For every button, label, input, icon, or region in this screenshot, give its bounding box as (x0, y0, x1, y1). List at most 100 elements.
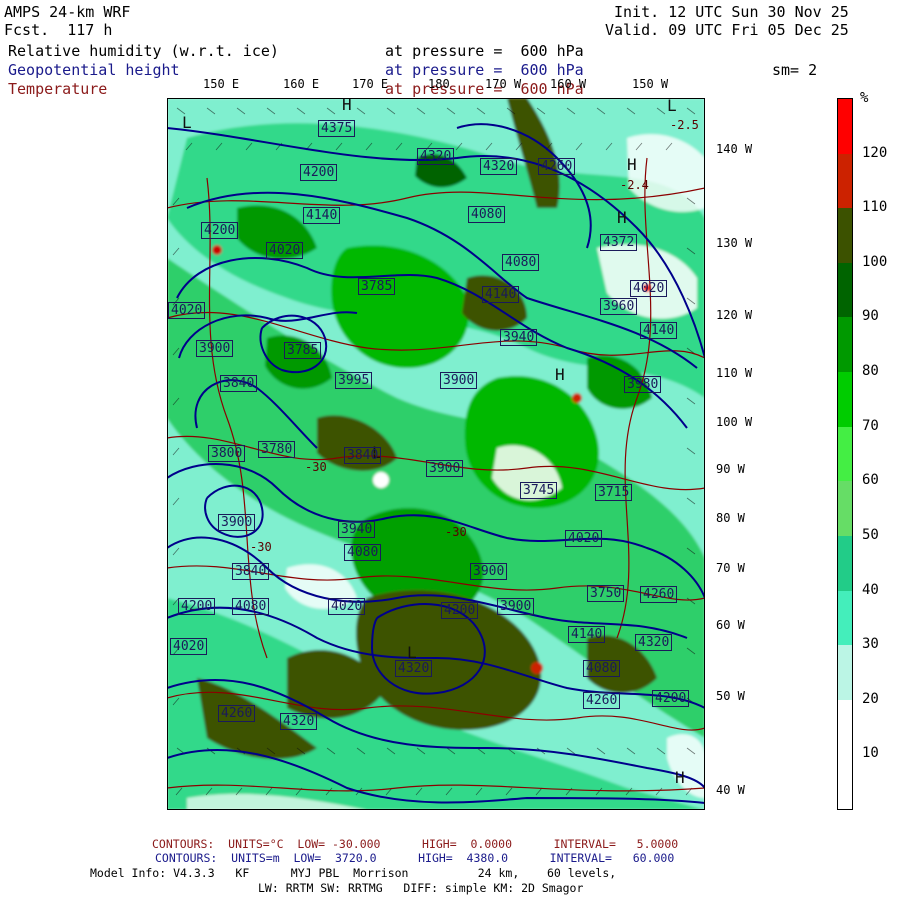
colorbar-label: 50 (862, 526, 879, 543)
lon-label-top: 150 W (632, 77, 669, 91)
height-contour-label: 3900 (470, 563, 508, 580)
lon-label-top: 160 E (283, 77, 320, 91)
height-contour-label: 4200 (201, 222, 239, 239)
temperature-contour-label: -2.4 (620, 178, 649, 192)
colorbar-segment (838, 535, 852, 591)
lon-label-right: 120 W (716, 308, 753, 322)
colorbar-label: 80 (862, 363, 879, 380)
height-contour-label: 4020 (565, 530, 603, 547)
footer-temperature-contours: CONTOURS: UNITS=°C LOW= -30.000 HIGH= 0.… (152, 837, 679, 851)
height-contour-label: 4320 (280, 713, 318, 730)
colorbar-label: 20 (862, 690, 879, 707)
colorbar-label: 40 (862, 581, 879, 598)
colorbar-label: 100 (862, 253, 888, 270)
lon-label-right: 70 W (716, 561, 745, 575)
height-contour-label: 4260 (583, 692, 621, 709)
height-contour-label: 3900 (497, 598, 535, 615)
lon-label-right: 140 W (716, 142, 753, 156)
colorbar-segment (838, 754, 852, 809)
lon-label-right: 90 W (716, 462, 745, 476)
colorbar-label: 90 (862, 308, 879, 325)
height-contour-label: 4200 (300, 164, 338, 181)
height-contour-label: 4140 (303, 207, 341, 224)
svg-text:H: H (342, 98, 352, 114)
lon-label-right: 80 W (716, 511, 745, 525)
height-contour-label: 3715 (595, 484, 633, 501)
lon-label-right: 40 W (716, 783, 745, 797)
svg-text:H: H (627, 155, 637, 174)
lon-label-right: 130 W (716, 236, 753, 250)
height-contour-label: 4140 (482, 286, 520, 303)
lon-label-top: 160 W (550, 77, 587, 91)
height-contour-label: 3940 (500, 329, 538, 346)
height-contour-label: 4372 (600, 234, 638, 251)
height-contour-label: 4080 (502, 254, 540, 271)
colorbar-label: 110 (862, 199, 888, 216)
height-contour-label: 3980 (624, 376, 662, 393)
temperature-contour-label: -30 (250, 540, 272, 554)
height-contour-label: 3940 (338, 521, 376, 538)
height-contour-label: 4320 (395, 660, 433, 677)
field-temperature: Temperature (8, 80, 108, 98)
height-contour-label: 4080 (468, 206, 506, 223)
height-contour-label: 4320 (635, 634, 673, 651)
height-contour-label: 3900 (426, 460, 464, 477)
colorbar-segment (838, 99, 852, 154)
height-contour-label: 3900 (218, 514, 256, 531)
colorbar-segment (838, 426, 852, 482)
temperature-contour-label: -30 (305, 460, 327, 474)
colorbar-segment (838, 590, 852, 646)
footer-physics: LW: RRTM SW: RRTMG DIFF: simple KM: 2D S… (258, 881, 584, 895)
colorbar-unit: % (860, 90, 869, 106)
height-contour-label: 4260 (538, 158, 576, 175)
height-contour-label: 4320 (480, 158, 518, 175)
footer-model-info: Model Info: V4.3.3 KF MYJ PBL Morrison 2… (90, 866, 617, 880)
forecast-hour: Fcst. 117 h (4, 21, 113, 39)
svg-text:L: L (667, 98, 677, 115)
model-title: AMPS 24-km WRF (4, 3, 131, 21)
svg-text:H: H (555, 365, 565, 384)
lon-label-top: 150 E (203, 77, 240, 91)
lon-label-right: 100 W (716, 415, 753, 429)
lon-label-top: 180 (428, 77, 450, 91)
colorbar-segment (838, 208, 852, 263)
height-contour-label: 3840 (220, 375, 258, 392)
colorbar-label: 30 (862, 636, 879, 653)
height-contour-label: 3750 (587, 585, 625, 602)
lon-label-top: 170 W (485, 77, 522, 91)
height-contour-label: 4200 (441, 602, 479, 619)
height-contour-label: 3745 (520, 482, 558, 499)
height-contour-label: 4200 (652, 690, 690, 707)
height-contour-label: 3780 (258, 441, 296, 458)
colorbar-segment (838, 645, 852, 700)
smoothing-label: sm= 2 (772, 61, 818, 79)
svg-text:H: H (675, 768, 685, 787)
height-contour-label: 4080 (344, 544, 382, 561)
height-contour-label: 4320 (417, 148, 455, 165)
footer-height-contours: CONTOURS: UNITS=m LOW= 3720.0 HIGH= 4380… (155, 851, 675, 865)
height-contour-label: 3960 (600, 298, 638, 315)
height-contour-label: 4260 (218, 705, 256, 722)
lon-label-top: 170 E (352, 77, 389, 91)
colorbar-segment (838, 317, 852, 373)
lon-label-right: 50 W (716, 689, 745, 703)
height-contour-label: 3840 (344, 447, 382, 464)
height-contour-label: 3900 (440, 372, 478, 389)
init-time: Init. 12 UTC Sun 30 Nov 25 (614, 3, 849, 21)
height-contour-label: 4140 (640, 322, 678, 339)
height-contour-label: 4020 (266, 242, 304, 259)
colorbar-segment (838, 481, 852, 536)
lon-label-right: 110 W (716, 366, 753, 380)
svg-text:H: H (617, 208, 627, 227)
colorbar-label: 120 (862, 144, 888, 161)
temperature-contour-label: -2.5 (670, 118, 699, 132)
height-contour-label: 4375 (318, 120, 356, 137)
colorbar-label: 10 (862, 745, 879, 762)
height-contour-label: 4260 (640, 586, 678, 603)
height-contour-label: 3840 (232, 563, 270, 580)
height-contour-label: 3785 (358, 278, 396, 295)
field-rh: Relative humidity (w.r.t. ice) (8, 42, 279, 60)
height-contour-label: 4020 (328, 598, 366, 615)
colorbar-segment (838, 699, 852, 755)
height-contour-label: 4080 (583, 660, 621, 677)
